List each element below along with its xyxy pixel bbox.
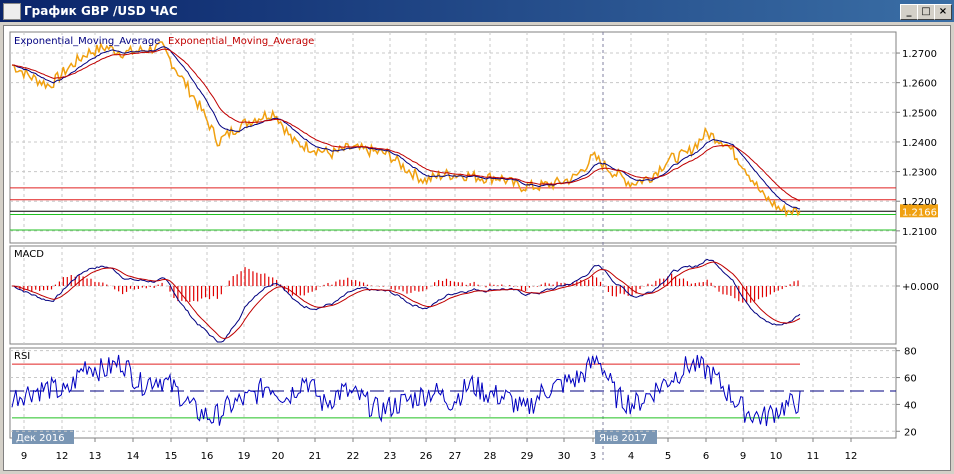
- x-label: 4: [628, 451, 634, 462]
- x-label: 22: [347, 451, 360, 462]
- price-axis-label: 1.2100: [902, 227, 937, 238]
- x-label: 30: [558, 451, 571, 462]
- x-label: 12: [56, 451, 69, 462]
- x-label: 14: [127, 451, 140, 462]
- rsi-axis-label: 20: [904, 427, 917, 438]
- x-label: 29: [521, 451, 534, 462]
- panel-frame-2: [9, 347, 897, 439]
- price-axis-label: 1.2700: [902, 49, 937, 60]
- rsi-label: RSI: [14, 351, 30, 362]
- macd-label: MACD: [14, 249, 44, 260]
- x-label: 28: [484, 451, 497, 462]
- macd-axis-label: +0.000: [902, 282, 939, 293]
- x-label: 9: [21, 451, 27, 462]
- x-label: 10: [770, 451, 783, 462]
- rsi-axis-label: 40: [904, 400, 917, 411]
- x-label: 12: [845, 451, 858, 462]
- price-axis-label: 1.2400: [902, 138, 937, 149]
- price-axis-label: 1.2600: [902, 79, 937, 90]
- price-axis-label: 1.2200: [902, 197, 937, 208]
- x-label: 27: [449, 451, 462, 462]
- x-label: 3: [590, 451, 596, 462]
- current-price-label: 1.2166: [902, 207, 937, 218]
- rsi-axis-label: 80: [904, 347, 917, 358]
- x-label: 5: [665, 451, 671, 462]
- x-label: 15: [165, 451, 178, 462]
- month-label: Янв 2017: [599, 433, 647, 444]
- month-label: Дек 2016: [16, 433, 65, 444]
- price-axis-label: 1.2300: [902, 168, 937, 179]
- x-label: 23: [384, 451, 397, 462]
- x-label: 21: [309, 451, 322, 462]
- x-label: 19: [238, 451, 251, 462]
- ema-fast-legend: Exponential_Moving_Average: [14, 36, 160, 47]
- x-label: 13: [89, 451, 102, 462]
- rsi-axis-label: 60: [904, 374, 917, 385]
- x-label: 11: [807, 451, 820, 462]
- x-label: 6: [703, 451, 709, 462]
- chart-svg[interactable]: 20 40 60 80 +0.000 1.2166 1.2100 1.2200 1.2300 1.…: [0, 0, 954, 474]
- x-label: 26: [420, 451, 433, 462]
- x-label: 9: [740, 451, 746, 462]
- price-axis-label: 1.2500: [902, 108, 937, 119]
- x-label: 20: [272, 451, 285, 462]
- x-label: 16: [201, 451, 214, 462]
- ema-slow-legend: Exponential_Moving_Average: [168, 36, 314, 47]
- panel-frame-1: [9, 245, 897, 345]
